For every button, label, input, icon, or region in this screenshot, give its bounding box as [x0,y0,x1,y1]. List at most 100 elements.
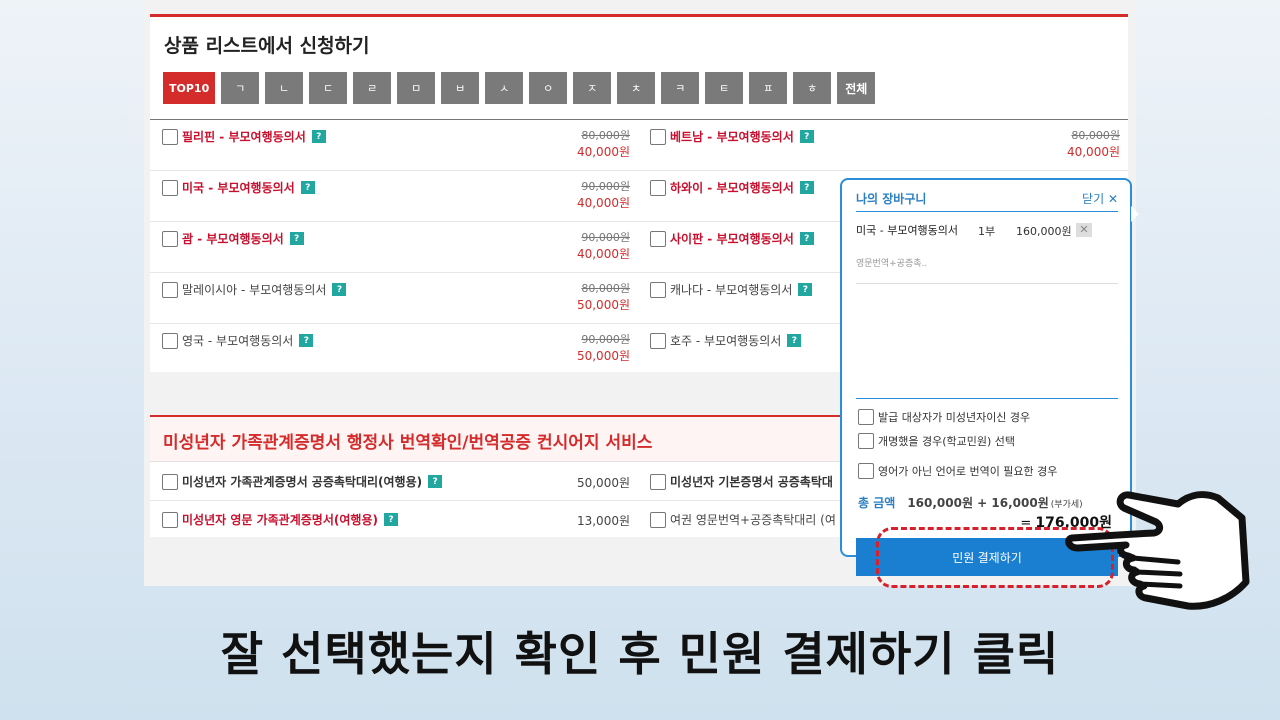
total-label: 총 금액 [858,496,896,510]
list-item[interactable]: 여권 영문번역+공증촉탁대리 (여 [650,511,836,528]
checkbox-icon[interactable] [162,473,178,490]
checkbox-icon[interactable] [650,332,666,349]
delete-icon[interactable]: ✕ [1076,223,1092,237]
list-item[interactable]: 미성년자 영문 가족관계증명서(여행용) ? [162,511,398,528]
help-icon[interactable]: ? [332,283,347,296]
filter-pieup[interactable]: ㅍ [749,72,788,104]
help-icon[interactable]: ? [428,475,443,488]
filter-digeut[interactable]: ㄷ [309,72,348,104]
filter-all[interactable]: 전체 [837,72,876,104]
close-button[interactable]: 닫기 ✕ [1082,190,1118,207]
list-item[interactable]: 베트남 - 부모여행동의서 ? [650,128,814,145]
checkbox-icon[interactable] [650,179,666,196]
sale-price: 40,000원 [576,196,630,210]
help-icon[interactable]: ? [798,283,813,296]
checkbox-icon[interactable] [162,281,178,298]
item-name[interactable]: 미국 - 부모여행동의서 [182,179,295,196]
checkbox-icon[interactable] [858,433,874,449]
option-label: 발급 대상자가 미성년자이신 경우 [878,411,1031,424]
item-name[interactable]: 미성년자 기본증명서 공증촉탁대 [670,473,833,490]
item-name[interactable]: 말레이시아 - 부모여행동의서 [182,281,326,298]
total-expression: 160,000원 + 16,000원 [907,496,1049,510]
list-item[interactable]: 미국 - 부모여행동의서 ? [162,179,315,196]
list-item[interactable]: 미성년자 기본증명서 공증촉탁대 [650,473,833,490]
option-label: 영어가 아닌 언어로 번역이 필요한 경우 [878,465,1058,478]
original-price: 80,000원 [581,282,630,295]
checkbox-icon[interactable] [650,230,666,247]
sale-price: 40,000원 [576,145,630,159]
item-name[interactable]: 영국 - 부모여행동의서 [182,332,293,349]
checkbox-icon[interactable] [650,128,666,145]
list-item[interactable]: 캐나다 - 부모여행동의서 ? [650,281,813,298]
list-item[interactable]: 필리핀 - 부모여행동의서 ? [162,128,326,145]
original-price: 80,000원 [581,129,630,142]
help-icon[interactable]: ? [311,130,326,143]
item-name[interactable]: 필리핀 - 부모여행동의서 [182,128,306,145]
list-item[interactable]: 말레이시아 - 부모여행동의서 ? [162,281,347,298]
cart-item-name: 미국 - 부모여행동의서 [856,224,959,237]
checkbox-icon[interactable] [650,281,666,298]
consonant-filter-bar: TOP10 ㄱ ㄴ ㄷ ㄹ ㅁ ㅂ ㅅ ㅇ ㅈ ㅊ ㅋ ㅌ ㅍ ㅎ 전체 [163,72,876,104]
item-name[interactable]: 베트남 - 부모여행동의서 [670,128,794,145]
checkbox-icon[interactable] [650,473,666,490]
item-name[interactable]: 사이판 - 부모여행동의서 [670,230,794,247]
filter-top10[interactable]: TOP10 [163,72,216,104]
item-name[interactable]: 여권 영문번역+공증촉탁대리 (여 [670,511,836,528]
cart-divider [856,398,1118,399]
item-price: 90,000원 40,000원 [550,230,630,262]
option-other-language[interactable]: 영어가 아닌 언어로 번역이 필요한 경우 [858,463,1057,479]
option-label: 개명했을 경우(학교민원) 선택 [878,435,1016,448]
item-name[interactable]: 호주 - 부모여행동의서 [670,332,781,349]
item-name[interactable]: 캐나다 - 부모여행동의서 [670,281,792,298]
filter-mieum[interactable]: ㅁ [397,72,436,104]
list-item[interactable]: 괌 - 부모여행동의서 ? [162,230,304,247]
table-row: 필리핀 - 부모여행동의서 ? 80,000원 40,000원 베트남 - 부모… [150,120,1128,171]
filter-hieut[interactable]: ㅎ [793,72,832,104]
checkbox-icon[interactable] [858,409,874,425]
filter-ieung[interactable]: ㅇ [529,72,568,104]
filter-kieuk[interactable]: ㅋ [661,72,700,104]
instruction-caption: 잘 선택했는지 확인 후 민원 결제하기 클릭 [220,627,1060,681]
list-item[interactable]: 사이판 - 부모여행동의서 ? [650,230,814,247]
item-name[interactable]: 미성년자 가족관계증명서 공증촉탁대리(여행용) [182,473,422,490]
help-icon[interactable]: ? [299,334,314,347]
list-item[interactable]: 영국 - 부모여행동의서 ? [162,332,314,349]
item-name[interactable]: 하와이 - 부모여행동의서 [670,179,794,196]
filter-tieut[interactable]: ㅌ [705,72,744,104]
help-icon[interactable]: ? [799,181,814,194]
help-icon[interactable]: ? [300,181,315,194]
cart-item-price: 160,000원 [1016,225,1072,238]
option-minor[interactable]: 발급 대상자가 미성년자이신 경우 [858,409,1030,425]
item-price: 50,000원 [576,476,630,490]
filter-jieut[interactable]: ㅈ [573,72,612,104]
filter-bieup[interactable]: ㅂ [441,72,480,104]
checkbox-icon[interactable] [162,179,178,196]
checkbox-icon[interactable] [162,511,178,528]
filter-chieut[interactable]: ㅊ [617,72,656,104]
item-price: 90,000원 40,000원 [550,179,630,211]
list-item[interactable]: 하와이 - 부모여행동의서 ? [650,179,814,196]
sale-price: 50,000원 [576,298,630,312]
checkbox-icon[interactable] [650,511,666,528]
filter-giyeok[interactable]: ㄱ [221,72,260,104]
filter-siot[interactable]: ㅅ [485,72,524,104]
help-icon[interactable]: ? [289,232,304,245]
list-item[interactable]: 미성년자 가족관계증명서 공증촉탁대리(여행용) ? [162,473,443,490]
help-icon[interactable]: ? [799,232,814,245]
help-icon[interactable]: ? [799,130,814,143]
item-price: 80,000원 50,000원 [550,281,630,313]
cart-header: 나의 장바구니 닫기 ✕ [856,188,1118,212]
option-name-change[interactable]: 개명했을 경우(학교민원) 선택 [858,433,1015,449]
checkbox-icon[interactable] [858,463,874,479]
item-name[interactable]: 괌 - 부모여행동의서 [182,230,284,247]
help-icon[interactable]: ? [383,513,398,526]
checkbox-icon[interactable] [162,230,178,247]
pointing-hand-icon [1065,491,1250,610]
checkbox-icon[interactable] [162,128,178,145]
item-name[interactable]: 미성년자 영문 가족관계증명서(여행용) [182,511,378,528]
filter-rieul[interactable]: ㄹ [353,72,392,104]
list-item[interactable]: 호주 - 부모여행동의서 ? [650,332,802,349]
checkbox-icon[interactable] [162,332,178,349]
filter-nieun[interactable]: ㄴ [265,72,304,104]
help-icon[interactable]: ? [787,334,802,347]
